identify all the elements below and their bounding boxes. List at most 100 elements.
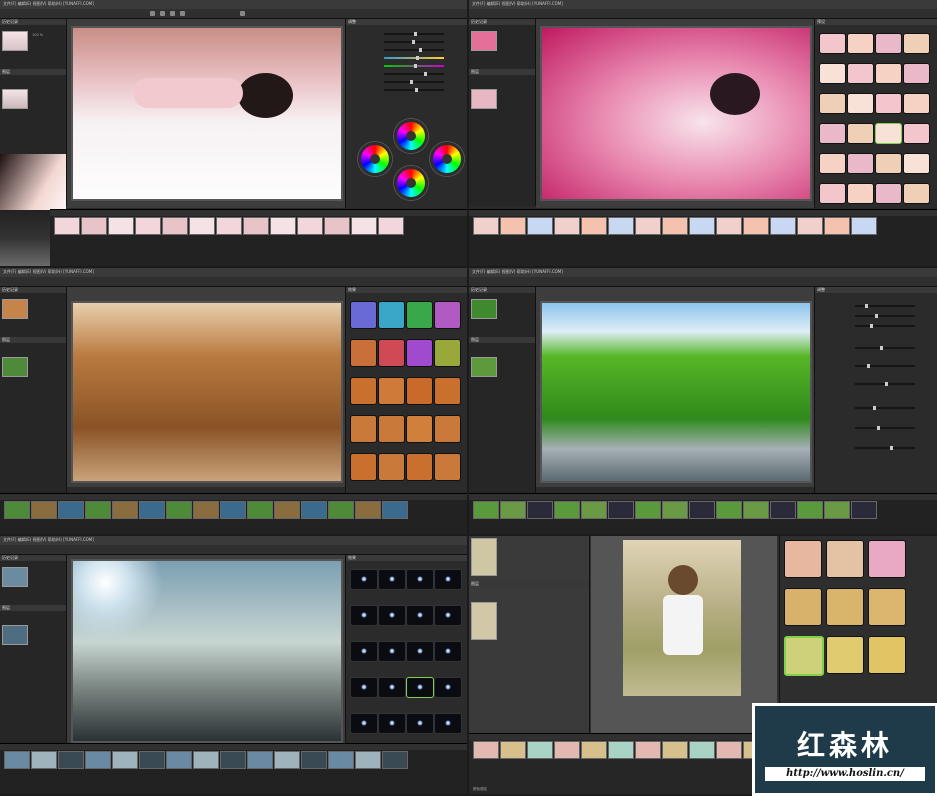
strip-thumb[interactable] [527, 217, 553, 235]
strip-thumb[interactable] [581, 741, 607, 759]
preset-thumb[interactable] [847, 123, 874, 144]
strip-thumb[interactable] [243, 217, 269, 235]
history-thumb[interactable] [2, 299, 28, 319]
slider-b[interactable] [855, 314, 915, 318]
preset-thumb[interactable] [903, 183, 930, 204]
strip-thumb[interactable] [85, 751, 111, 769]
slider-a[interactable] [855, 304, 915, 308]
strip-thumb[interactable] [351, 217, 377, 235]
preset-thumb[interactable] [847, 183, 874, 204]
strip-thumb[interactable] [81, 217, 107, 235]
strip-thumb[interactable] [58, 751, 84, 769]
strip-thumb[interactable] [608, 741, 634, 759]
preset-thumb[interactable] [819, 183, 846, 204]
fashion-thumb[interactable] [826, 636, 864, 674]
strip-thumb[interactable] [797, 217, 823, 235]
strip-thumb[interactable] [355, 751, 381, 769]
strip-thumb[interactable] [743, 217, 769, 235]
preset-thumb[interactable] [903, 153, 930, 174]
slider-6[interactable] [384, 72, 444, 76]
effect-thumb[interactable] [406, 339, 433, 367]
flare-thumb[interactable] [406, 605, 434, 626]
effect-thumb[interactable] [378, 377, 405, 405]
flare-thumb[interactable] [378, 641, 406, 662]
strip-thumb[interactable] [500, 501, 526, 519]
strip-thumb[interactable] [4, 751, 30, 769]
flare-thumb[interactable] [406, 569, 434, 590]
slider-c[interactable] [855, 324, 915, 328]
effect-thumb[interactable] [350, 301, 377, 329]
preset-thumb[interactable] [819, 63, 846, 84]
preset-thumb[interactable] [875, 123, 902, 144]
strip-thumb[interactable] [689, 217, 715, 235]
canvas-area[interactable] [67, 555, 345, 745]
preset-thumb[interactable] [819, 33, 846, 54]
canvas-area[interactable] [591, 536, 777, 734]
strip-thumb[interactable] [297, 217, 323, 235]
flare-thumb[interactable] [406, 677, 434, 698]
strip-thumb[interactable] [608, 501, 634, 519]
strip-thumb[interactable] [527, 741, 553, 759]
strip-thumb[interactable] [193, 751, 219, 769]
strip-thumb[interactable] [635, 501, 661, 519]
strip-thumb[interactable] [189, 217, 215, 235]
color-wheel-shadows[interactable] [358, 142, 392, 176]
slider-1[interactable] [384, 32, 444, 36]
effect-thumb[interactable] [350, 415, 377, 443]
preset-thumb[interactable] [819, 123, 846, 144]
layer-thumb[interactable] [2, 357, 28, 377]
effect-thumb[interactable] [434, 301, 461, 329]
strip-thumb[interactable] [85, 501, 111, 519]
fashion-thumb[interactable] [826, 588, 864, 626]
flare-thumb[interactable] [350, 677, 378, 698]
layer-thumb[interactable] [2, 89, 28, 109]
effect-thumb[interactable] [434, 339, 461, 367]
strip-thumb[interactable] [635, 741, 661, 759]
strip-thumb[interactable] [139, 751, 165, 769]
strip-thumb[interactable] [554, 501, 580, 519]
canvas-area[interactable] [536, 19, 814, 208]
menu-text[interactable]: 文件(F) 编辑(E) 视图(V) 帮助(H) [YUNAFFI.COM] [3, 269, 94, 275]
color-wheel-midtones[interactable] [430, 142, 464, 176]
strip-thumb[interactable] [500, 741, 526, 759]
preset-thumb[interactable] [903, 63, 930, 84]
effect-thumb[interactable] [378, 415, 405, 443]
slider-2[interactable] [384, 40, 444, 44]
strip-thumb[interactable] [301, 751, 327, 769]
flare-thumb[interactable] [434, 605, 462, 626]
effect-thumb[interactable] [378, 301, 405, 329]
flare-thumb[interactable] [378, 677, 406, 698]
strip-thumb[interactable] [216, 217, 242, 235]
preset-thumb[interactable] [875, 63, 902, 84]
strip-thumb[interactable] [473, 217, 499, 235]
slider-4[interactable] [384, 56, 444, 60]
crop-icon[interactable] [180, 11, 185, 16]
strip-thumb[interactable] [328, 751, 354, 769]
preset-thumb[interactable] [819, 153, 846, 174]
strip-thumb[interactable] [162, 217, 188, 235]
strip-thumb[interactable] [247, 501, 273, 519]
flare-thumb[interactable] [350, 713, 378, 734]
layer-thumb[interactable] [471, 602, 497, 640]
fashion-thumb[interactable] [868, 540, 906, 578]
canvas-area[interactable] [67, 287, 345, 487]
fashion-thumb[interactable] [784, 588, 822, 626]
zoom-icon[interactable] [160, 11, 165, 16]
strip-thumb[interactable] [355, 501, 381, 519]
effect-thumb[interactable] [350, 453, 377, 481]
effect-thumb[interactable] [350, 339, 377, 367]
strip-thumb[interactable] [851, 217, 877, 235]
preset-thumb[interactable] [819, 93, 846, 114]
menu-text[interactable]: 文件(F) 编辑(E) 视图(V) 帮助(H) [YUNAFFI.COM] [472, 269, 563, 275]
strip-thumb[interactable] [112, 751, 138, 769]
effect-thumb[interactable] [434, 453, 461, 481]
strip-thumb[interactable] [473, 741, 499, 759]
slider-h[interactable] [855, 426, 915, 430]
preset-thumb[interactable] [903, 93, 930, 114]
preset-thumb[interactable] [903, 123, 930, 144]
strip-thumb[interactable] [108, 217, 134, 235]
strip-thumb[interactable] [220, 501, 246, 519]
strip-thumb[interactable] [270, 217, 296, 235]
camera-icon[interactable] [240, 11, 245, 16]
strip-thumb[interactable] [58, 501, 84, 519]
